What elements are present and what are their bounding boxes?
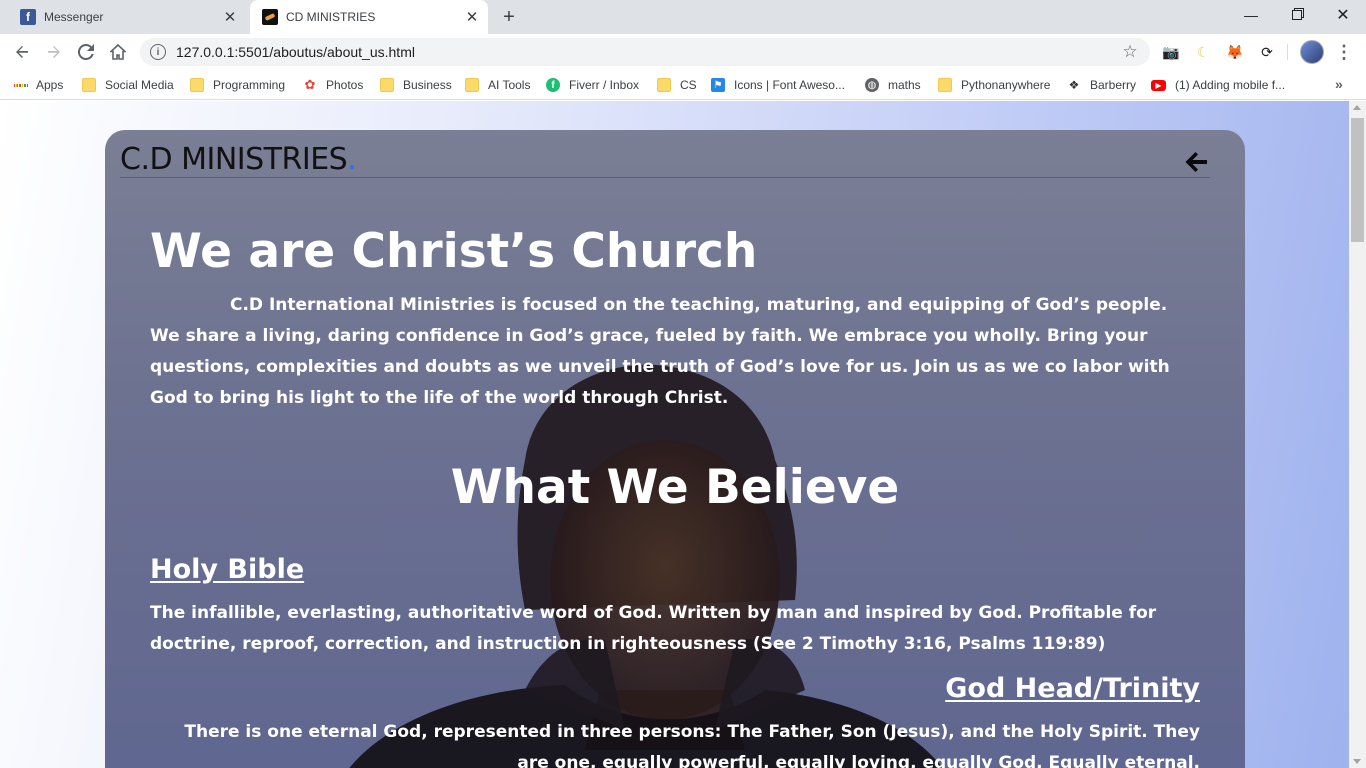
brand-dot: . [347, 142, 357, 177]
bookmark-label: Fiverr / Inbox [569, 78, 640, 92]
tab-title: Messenger [44, 10, 104, 24]
about-card: C.D MINISTRIES. We are Christ’s Church C… [105, 130, 1245, 768]
photos-icon: ✿ [304, 77, 316, 92]
bookmark-label: Social Media [105, 78, 174, 92]
sync-extension-icon[interactable]: ⟳ [1257, 42, 1277, 62]
font-awesome-icon: ⚑ [711, 78, 725, 92]
beliefs-heading: What We Believe [450, 460, 900, 515]
bookmark-apps[interactable]: Apps [14, 76, 63, 94]
facebook-icon: f [20, 9, 36, 25]
back-arrow-icon[interactable] [1183, 148, 1211, 176]
bookmark-maths[interactable]: ◍ maths [865, 76, 921, 94]
restore-button[interactable] [1274, 0, 1320, 30]
bookmark-photos[interactable]: ✿ Photos [303, 76, 364, 94]
profile-avatar[interactable] [1300, 40, 1324, 64]
toolbar-separator [1287, 44, 1288, 60]
metamask-extension-icon[interactable]: 🦊 [1225, 42, 1245, 62]
minimize-button[interactable]: — [1228, 0, 1274, 30]
forward-arrow-icon [48, 46, 60, 58]
fiverr-icon: f [546, 78, 560, 92]
bookmark-pythonanywhere[interactable]: Pythonanywhere [938, 76, 1050, 94]
bookmark-star-icon[interactable]: ☆ [1120, 42, 1140, 62]
folder-icon [380, 78, 394, 92]
address-bar[interactable]: i 127.0.0.1:5501/aboutus/about_us.html ☆ [140, 38, 1150, 66]
back-arrow-icon [16, 46, 28, 58]
site-info-icon[interactable]: i [150, 44, 166, 60]
youtube-icon: ▶ [1151, 79, 1166, 91]
intro-paragraph: C.D International Ministries is focused … [150, 295, 1170, 408]
cd-ministries-icon [262, 9, 278, 25]
belief-title-holy-bible: Holy Bible [150, 554, 305, 585]
bookmark-label: Barberry [1090, 78, 1137, 92]
bookmark-cs[interactable]: CS [657, 76, 697, 94]
dark-mode-extension-icon[interactable]: ☾ [1193, 42, 1213, 62]
folder-icon [938, 78, 952, 92]
reload-icon [78, 44, 94, 60]
bookmark-ai-tools[interactable]: AI Tools [465, 76, 530, 94]
tab-cd-ministries[interactable]: CD MINISTRIES ✕ [250, 0, 488, 34]
folder-icon [82, 78, 96, 92]
close-tab-icon[interactable]: ✕ [462, 7, 482, 27]
tab-title: CD MINISTRIES [286, 10, 376, 24]
brand-logo[interactable]: C.D MINISTRIES. [120, 142, 357, 177]
bookmark-youtube[interactable]: ▶ (1) Adding mobile f... [1151, 76, 1285, 94]
new-tab-button[interactable]: + [498, 6, 520, 28]
bookmark-barberry[interactable]: ❖ Barberry [1067, 76, 1136, 94]
more-bookmarks-icon[interactable]: » [1335, 76, 1343, 92]
reload-button[interactable] [72, 38, 100, 66]
close-window-button[interactable]: ✕ [1320, 0, 1366, 30]
tab-messenger[interactable]: f Messenger ✕ [8, 0, 246, 34]
scroll-up-icon[interactable] [1353, 105, 1361, 110]
url-text[interactable]: 127.0.0.1:5501/aboutus/about_us.html [176, 44, 1120, 60]
header-divider [120, 177, 1210, 178]
bookmark-label: Icons | Font Aweso... [734, 78, 845, 92]
page-title: We are Christ’s Church [150, 224, 758, 279]
belief-title-trinity: God Head/Trinity [945, 673, 1200, 704]
bookmark-business[interactable]: Business [380, 76, 452, 94]
bookmark-social-media[interactable]: Social Media [82, 76, 174, 94]
bookmark-label: Apps [36, 78, 64, 92]
browser-menu-icon[interactable]: ⋮ [1334, 40, 1354, 64]
bookmark-label: Photos [326, 78, 364, 92]
bookmark-font-awesome[interactable]: ⚑ Icons | Font Aweso... [711, 76, 845, 94]
bookmark-label: maths [888, 78, 921, 92]
globe-icon: ◍ [865, 78, 879, 92]
page-scrollbar[interactable] [1349, 101, 1366, 768]
bookmark-label: Programming [213, 78, 286, 92]
folder-icon [190, 78, 204, 92]
home-icon [110, 44, 126, 60]
belief-text-trinity: There is one eternal God, represented in… [184, 722, 1200, 768]
back-button[interactable] [8, 38, 36, 66]
scroll-down-icon[interactable] [1353, 759, 1361, 764]
restore-icon [1292, 10, 1302, 20]
barberry-icon: ❖ [1068, 78, 1080, 92]
bookmark-programming[interactable]: Programming [190, 76, 285, 94]
bookmark-label: (1) Adding mobile f... [1175, 78, 1286, 92]
bookmark-label: Pythonanywhere [961, 78, 1051, 92]
browser-toolbar: i 127.0.0.1:5501/aboutus/about_us.html ☆… [0, 34, 1366, 70]
brand-text: C.D MINISTRIES [120, 142, 348, 177]
home-button[interactable] [104, 38, 132, 66]
bookmark-label: CS [680, 78, 697, 92]
close-tab-icon[interactable]: ✕ [220, 7, 240, 27]
bookmarks-bar: Apps Social Media Programming ✿ Photos B… [0, 70, 1366, 100]
apps-grid-icon [14, 79, 27, 92]
bookmark-label: AI Tools [488, 78, 531, 92]
page-viewport: C.D MINISTRIES. We are Christ’s Church C… [0, 101, 1349, 768]
belief-text-holy-bible: The infallible, everlasting, authoritati… [150, 603, 1157, 654]
bookmark-fiverr[interactable]: f Fiverr / Inbox [546, 76, 639, 94]
forward-button[interactable] [40, 38, 68, 66]
scrollbar-thumb[interactable] [1351, 118, 1364, 242]
folder-icon [465, 78, 479, 92]
tab-strip: f Messenger ✕ CD MINISTRIES ✕ + — ✕ [0, 0, 1366, 34]
folder-icon [657, 78, 671, 92]
camera-extension-icon[interactable]: 📷 [1161, 42, 1181, 62]
bookmark-label: Business [403, 78, 452, 92]
